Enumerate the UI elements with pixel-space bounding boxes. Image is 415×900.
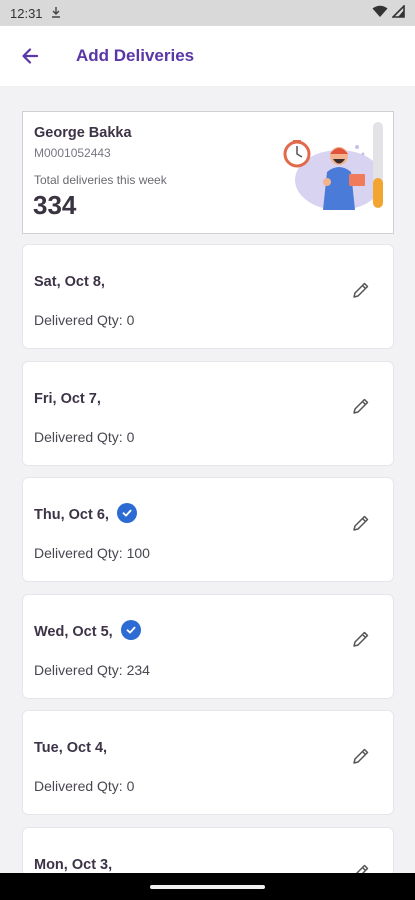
home-gesture-handle[interactable]: [150, 885, 265, 889]
pencil-icon: [351, 280, 371, 305]
delivered-qty: Delivered Qty: 234: [34, 661, 150, 678]
edit-delivery-button[interactable]: [349, 630, 373, 654]
edit-delivery-button[interactable]: [349, 280, 373, 304]
back-button[interactable]: [0, 26, 60, 86]
pencil-icon: [351, 746, 371, 771]
delivery-date: Mon, Oct 3,: [34, 856, 113, 873]
pencil-icon: [351, 513, 371, 538]
delivered-qty: Delivered Qty: 0: [34, 312, 135, 328]
delivery-day-card[interactable]: Sat, Oct 8, Delivered Qty: 0: [22, 244, 394, 349]
system-navigation-bar: [0, 873, 415, 900]
wifi-icon: [372, 5, 388, 21]
status-time: 12:31: [10, 5, 43, 21]
weekly-progress-bar: [373, 122, 383, 208]
summary-card: George Bakka M0001052443 Total deliverie…: [22, 111, 394, 234]
total-deliveries-label: Total deliveries this week: [34, 173, 167, 187]
edit-delivery-button[interactable]: [349, 397, 373, 421]
delivered-qty: Delivered Qty: 100: [34, 545, 150, 561]
edit-delivery-button[interactable]: [349, 513, 373, 537]
page-title: Add Deliveries: [76, 46, 195, 65]
user-name: George Bakka: [34, 125, 132, 141]
app-bar: Add Deliveries: [0, 26, 415, 86]
delivery-date: Fri, Oct 7,: [34, 390, 101, 407]
delivery-day-card[interactable]: Wed, Oct 5, Delivered Qty: 234: [22, 593, 394, 699]
arrow-left-icon: [22, 48, 39, 64]
signal-icon: [391, 4, 405, 21]
pencil-icon: [351, 629, 371, 654]
delivered-qty: Delivered Qty: 0: [34, 778, 135, 794]
delivery-date: Wed, Oct 5,: [34, 623, 113, 640]
pencil-icon: [351, 396, 371, 421]
delivered-qty: Delivered Qty: 0: [34, 428, 135, 445]
verified-check-icon: [117, 503, 137, 523]
status-bar: 12:31: [0, 0, 415, 26]
delivery-date: Sat, Oct 8,: [34, 274, 105, 290]
verified-check-icon: [121, 619, 141, 640]
delivery-day-card[interactable]: Thu, Oct 6, Delivered Qty: 100: [22, 477, 394, 582]
delivery-day-card[interactable]: Tue, Oct 4, Delivered Qty: 0: [22, 710, 394, 815]
total-deliveries-value: 334: [33, 190, 77, 220]
delivery-day-card[interactable]: Fri, Oct 7, Delivered Qty: 0: [22, 360, 394, 466]
user-id: M0001052443: [34, 146, 111, 160]
delivery-date: Tue, Oct 4,: [34, 740, 108, 756]
delivery-date: Thu, Oct 6,: [34, 507, 109, 523]
download-icon: [51, 6, 61, 21]
weekly-progress-fill: [373, 177, 383, 208]
edit-delivery-button[interactable]: [349, 746, 373, 770]
